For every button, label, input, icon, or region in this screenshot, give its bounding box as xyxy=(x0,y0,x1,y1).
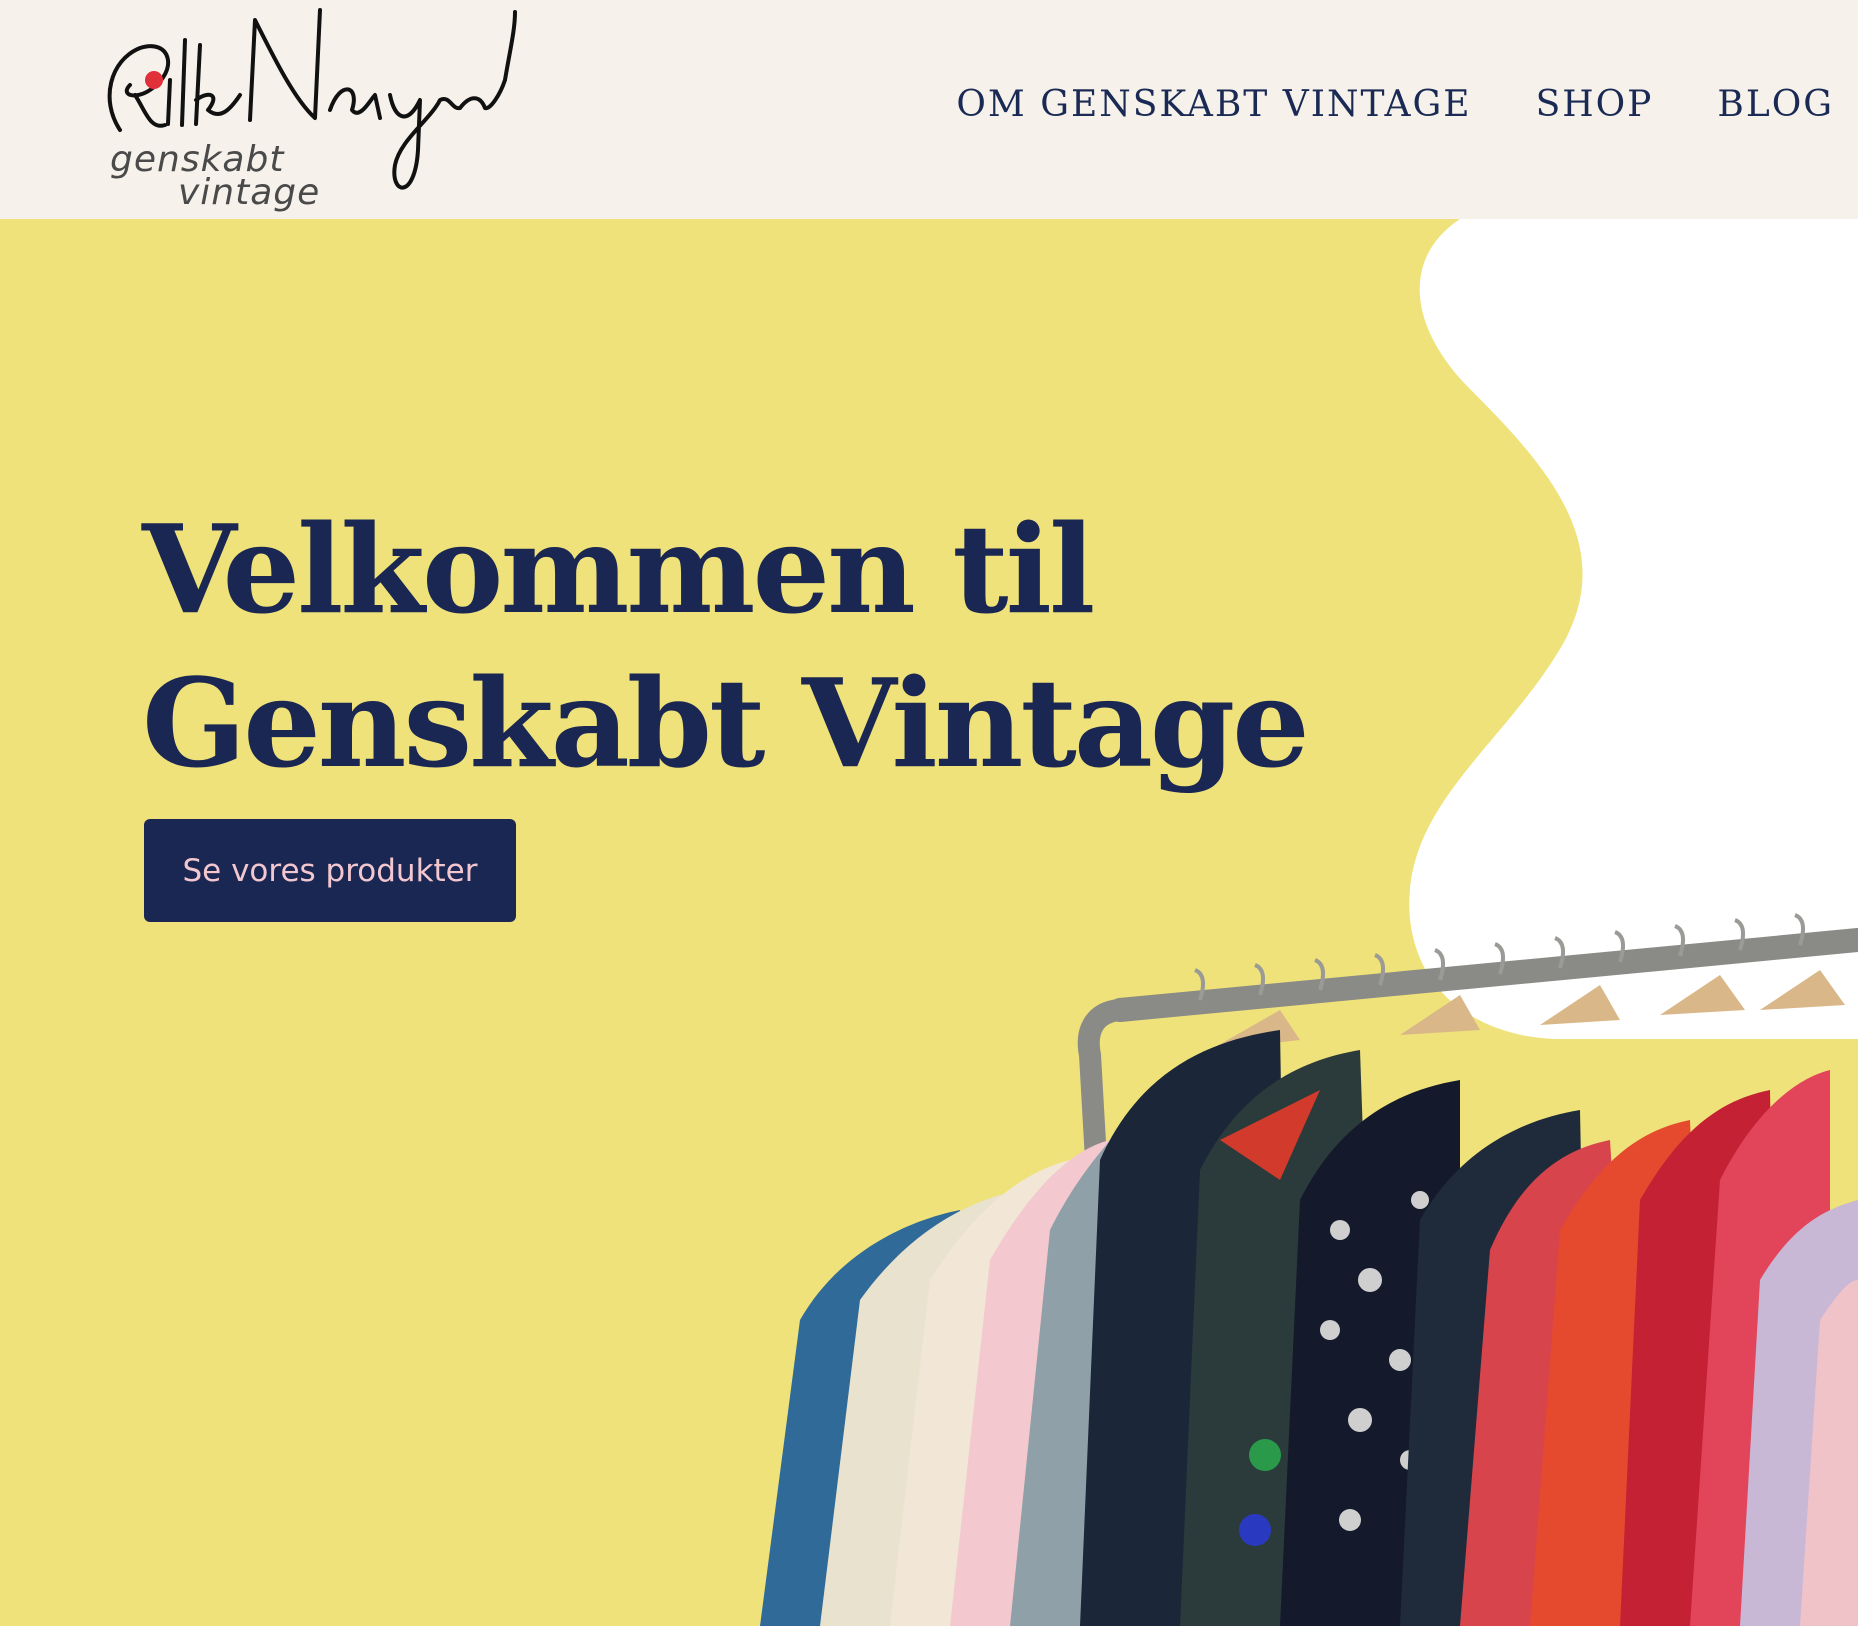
hero-title: Velkommen til Genskabt Vintage xyxy=(142,492,1310,800)
see-products-button[interactable]: Se vores produkter xyxy=(144,819,516,922)
clothing-rack-image xyxy=(760,913,1858,1626)
hero-title-line-2: Genskabt Vintage xyxy=(142,651,1310,795)
nav-item-om-genskabt-vintage[interactable]: OM GENSKABT VINTAGE xyxy=(956,84,1471,125)
nav-item-shop[interactable]: SHOP xyxy=(1536,84,1654,125)
hero-title-line-1: Velkommen til xyxy=(142,497,1095,641)
site-logo[interactable]: genskabt vintage xyxy=(90,0,530,219)
logo-text-vintage: vintage xyxy=(178,172,321,213)
site-header: genskabt vintage OM GENSKABT VINTAGE SHO… xyxy=(0,0,1858,219)
nav-item-blog[interactable]: BLOG xyxy=(1717,84,1834,125)
main-nav: OM GENSKABT VINTAGE SHOP BLOG xyxy=(956,84,1834,125)
